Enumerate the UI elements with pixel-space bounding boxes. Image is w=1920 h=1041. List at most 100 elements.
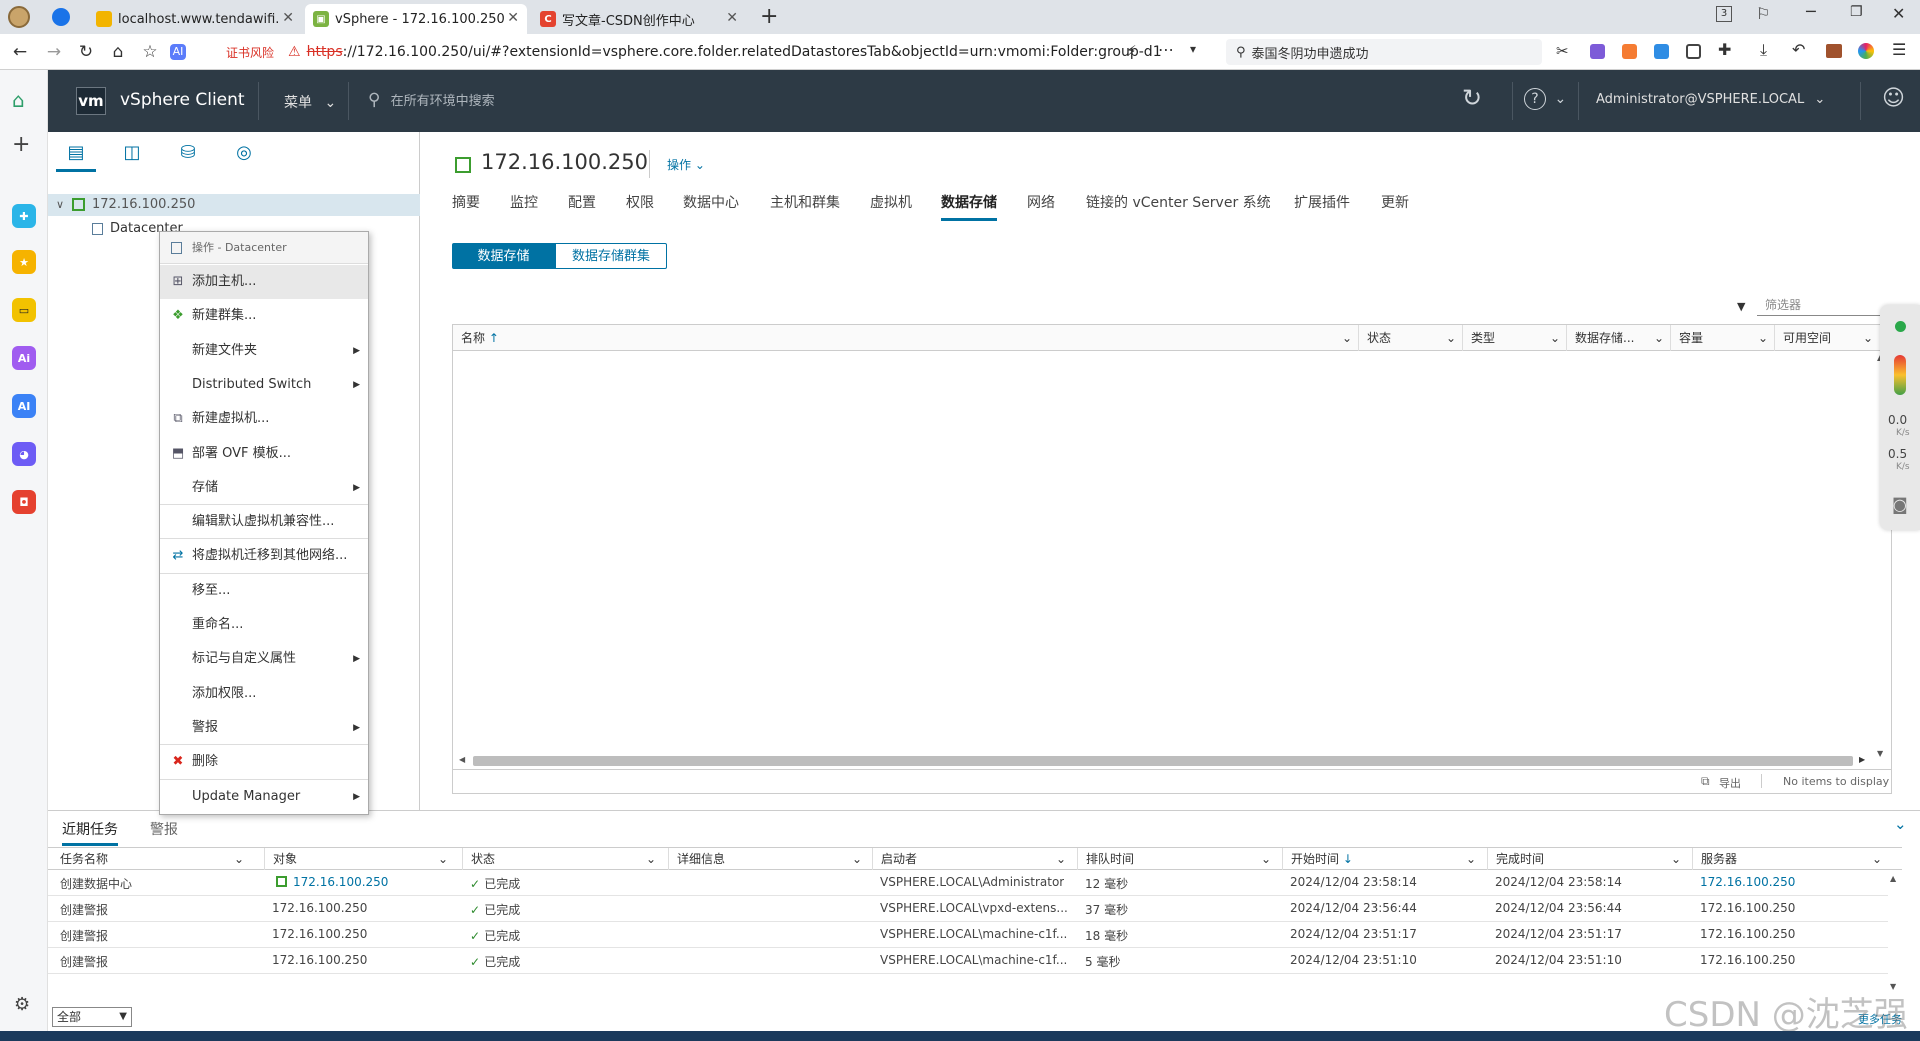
menu-item[interactable]: ⧉ 新建虚拟机...: [160, 402, 368, 436]
bookmark-star-icon[interactable]: ☆: [140, 42, 160, 62]
new-tab-button[interactable]: +: [760, 4, 778, 29]
extension-box-icon[interactable]: [1686, 44, 1701, 59]
app-chat-icon[interactable]: ◕: [12, 442, 36, 466]
tab-configure[interactable]: 配置: [568, 192, 596, 212]
app-robot-icon[interactable]: ▭: [12, 298, 36, 322]
tab-permissions[interactable]: 权限: [626, 192, 654, 212]
task-filter-select[interactable]: 全部 ▼: [52, 1007, 132, 1027]
tab-extensions[interactable]: 扩展插件: [1294, 192, 1350, 212]
menu-icon[interactable]: ☰: [1892, 40, 1906, 59]
col-datastore-cluster[interactable]: 数据存储... ⌄: [1567, 325, 1671, 351]
table-row[interactable]: 创建警报 172.16.100.250 ✓ 已完成 VSPHERE.LOCAL\vpx…: [48, 896, 1888, 922]
tab-alarms[interactable]: 警报: [150, 819, 178, 839]
horizontal-scrollbar[interactable]: ◀ ▶: [453, 753, 1873, 769]
tab-monitor[interactable]: 监控: [510, 192, 538, 212]
table-row[interactable]: 创建警报 172.16.100.250 ✓ 已完成 VSPHERE.LOCAL\mac…: [48, 948, 1888, 974]
menu-item[interactable]: ❖ 新建群集...: [160, 299, 368, 333]
smiley-feedback-icon[interactable]: ☺: [1882, 86, 1905, 111]
close-icon[interactable]: ✕: [726, 10, 738, 26]
restore-icon[interactable]: ❐: [1850, 4, 1863, 20]
chevron-down-icon[interactable]: ▾: [1190, 42, 1196, 56]
subtab-datastores[interactable]: 数据存储: [452, 243, 555, 269]
menu-item[interactable]: Update Manager ▶: [160, 780, 368, 814]
close-icon[interactable]: ✕: [507, 10, 519, 26]
chevron-down-icon[interactable]: ⌄: [1654, 325, 1664, 351]
tab-summary[interactable]: 摘要: [452, 192, 480, 212]
flash-icon[interactable]: ⚡: [1126, 42, 1137, 60]
tree-node-vcenter[interactable]: ∨ 172.16.100.250: [48, 194, 420, 216]
tab-updates[interactable]: 更新: [1381, 192, 1409, 212]
cert-warning[interactable]: 证书风险: [226, 44, 274, 61]
scroll-thumb[interactable]: [473, 756, 1853, 766]
menu-item[interactable]: 重命名...: [160, 608, 368, 642]
col-status[interactable]: 状态 ⌄: [1359, 325, 1463, 351]
subtab-datastore-clusters[interactable]: 数据存储群集: [555, 243, 667, 269]
help-menu[interactable]: ? ⌄: [1524, 88, 1566, 110]
menu-item[interactable]: ⬒ 部署 OVF 模板...: [160, 437, 368, 471]
url-field[interactable]: 证书风险 ⚠ https ://172.16.100.250/ui/#?exte…: [210, 39, 1210, 65]
chevron-down-icon[interactable]: ⌄: [1342, 325, 1352, 351]
col-target[interactable]: 对象 ⌄: [264, 848, 454, 870]
table-row[interactable]: 创建数据中心 172.16.100.250 ✓ 已完成 VSPHERE.LOCAL\A…: [48, 870, 1888, 896]
extension-colorful-icon[interactable]: [1654, 44, 1669, 59]
scroll-up-icon[interactable]: ▲: [1890, 874, 1896, 883]
tab-hosts-clusters[interactable]: 主机和群集: [770, 192, 840, 212]
briefcase-icon[interactable]: [1826, 44, 1842, 58]
col-start-time[interactable]: 开始时间 ↓ ⌄: [1282, 848, 1482, 870]
more-icon[interactable]: ⋯: [1158, 40, 1174, 59]
col-name[interactable]: 名称 ↑ ⌄: [453, 325, 1359, 351]
tab-linked-vcenter[interactable]: 链接的 vCenter Server 系统: [1086, 192, 1271, 212]
ai-icon[interactable]: AI: [170, 44, 186, 60]
menu-item[interactable]: 编辑默认虚拟机兼容性...: [160, 505, 368, 539]
browser-search-field[interactable]: ⚲ 泰国冬阴功申遗成功: [1226, 39, 1542, 65]
hosts-clusters-tab[interactable]: ▤: [56, 142, 96, 172]
chevron-down-icon[interactable]: ⌄: [1758, 325, 1768, 351]
menu-item[interactable]: 警报 ▶: [160, 711, 368, 745]
profile-avatar[interactable]: [8, 6, 30, 28]
close-window-icon[interactable]: ✕: [1892, 4, 1905, 23]
extension-orange-icon[interactable]: [1622, 44, 1637, 59]
minimize-icon[interactable]: ─: [1806, 2, 1816, 21]
tab-count-badge[interactable]: 3: [1716, 6, 1732, 22]
task-target[interactable]: 172.16.100.250: [272, 875, 388, 889]
tab-networks[interactable]: 网络: [1027, 192, 1055, 212]
collapse-chevron-icon[interactable]: ⌄: [1894, 815, 1907, 833]
chevron-down-icon[interactable]: ∨: [56, 194, 64, 216]
forward-icon[interactable]: →: [44, 42, 64, 62]
storage-tab[interactable]: ⛁: [168, 142, 208, 172]
tab-tendawifi[interactable]: localhost.www.tendawifi.com ✕: [88, 4, 302, 34]
global-search[interactable]: ⚲ 在所有环境中搜索: [368, 90, 768, 114]
user-menu[interactable]: Administrator@VSPHERE.LOCAL ⌄: [1596, 92, 1825, 107]
col-details[interactable]: 详细信息 ⌄: [668, 848, 868, 870]
col-task-name[interactable]: 任务名称 ⌄: [60, 848, 250, 870]
chevron-down-icon[interactable]: ⌄: [1446, 325, 1456, 351]
task-server[interactable]: 172.16.100.250: [1700, 875, 1795, 889]
app-blue-icon[interactable]: ✚: [12, 204, 36, 228]
menu-item[interactable]: Distributed Switch ▶: [160, 368, 368, 402]
col-completion[interactable]: 完成时间 ⌄: [1487, 848, 1687, 870]
col-capacity[interactable]: 容量 ⌄: [1671, 325, 1775, 351]
export-icon[interactable]: ⧉: [1701, 774, 1710, 789]
menu-dropdown[interactable]: 菜单 ⌄: [284, 92, 336, 112]
tab-datacenters[interactable]: 数据中心: [683, 192, 739, 212]
tasks-scrollbar[interactable]: ▲ ▼: [1886, 870, 1902, 998]
undo-icon[interactable]: ↶: [1792, 40, 1805, 59]
home-icon[interactable]: ⌂: [12, 88, 25, 112]
colorwheel-icon[interactable]: [1858, 43, 1874, 59]
table-row[interactable]: 创建警报 172.16.100.250 ✓ 已完成 VSPHERE.LOCAL\mac…: [48, 922, 1888, 948]
tab-datastores[interactable]: 数据存储: [941, 192, 997, 221]
menu-item[interactable]: 标记与自定义属性 ▶: [160, 642, 368, 676]
settings-gear-icon[interactable]: ⚙: [14, 994, 30, 1015]
actions-dropdown[interactable]: 操作 ⌄: [667, 156, 705, 173]
col-type[interactable]: 类型 ⌄: [1463, 325, 1567, 351]
network-speed-widget[interactable]: 0.0 K/s 0.5 K/s ◙: [1880, 305, 1920, 530]
tab-recent-tasks[interactable]: 近期任务: [62, 819, 118, 846]
networking-tab[interactable]: ◎: [224, 142, 264, 172]
col-status[interactable]: 状态 ⌄: [462, 848, 662, 870]
add-icon[interactable]: +: [12, 132, 30, 157]
menu-item[interactable]: ⇄ 将虚拟机迁移到其他网络...: [160, 539, 368, 573]
browser-logo-icon[interactable]: [52, 8, 70, 26]
favorites-star-icon[interactable]: ★: [12, 250, 36, 274]
col-initiator[interactable]: 启动者 ⌄: [872, 848, 1072, 870]
scissors-icon[interactable]: ✂: [1556, 42, 1569, 60]
